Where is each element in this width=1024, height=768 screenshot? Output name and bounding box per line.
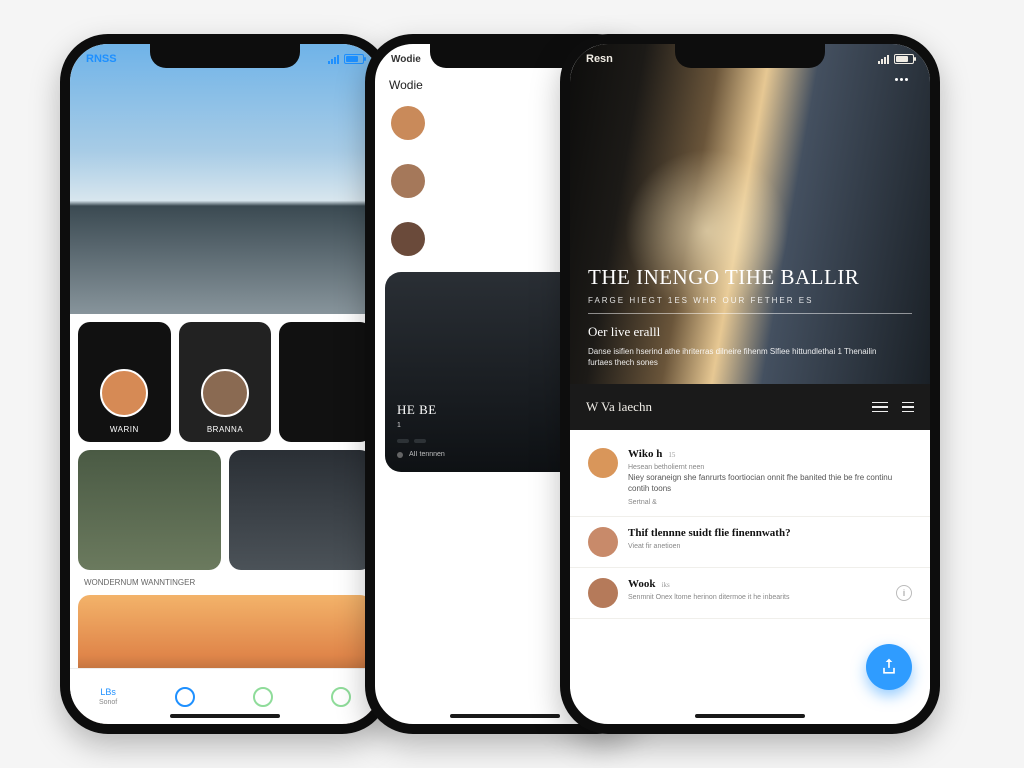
story-label: BRANNA xyxy=(207,425,243,434)
chip[interactable] xyxy=(414,439,426,443)
article-title: The Inengo Tihe Ballir xyxy=(588,265,912,290)
post-time: 15 xyxy=(668,451,675,459)
photo-thumbnail[interactable] xyxy=(229,450,372,570)
avatar xyxy=(201,369,249,417)
battery-icon xyxy=(344,54,364,64)
notch xyxy=(675,44,825,68)
app-title: Wodie xyxy=(391,54,421,65)
post-subtitle: Vieat fir anetioen xyxy=(628,543,912,550)
divider xyxy=(588,313,912,314)
hero-image[interactable] xyxy=(70,44,380,314)
caption-text: WONDERNUM WANNTINGER xyxy=(70,578,380,587)
more-icon[interactable] xyxy=(895,78,908,81)
post-time: iks xyxy=(662,581,670,589)
story-tile[interactable] xyxy=(279,322,372,442)
article-body: Danse isifien hserind athe ihriterras di… xyxy=(588,346,896,368)
circle-icon xyxy=(175,687,195,707)
status-indicators xyxy=(878,54,914,64)
dot-icon xyxy=(397,452,403,458)
battery-icon xyxy=(894,54,914,64)
stories-row: WARIN BRANNA xyxy=(70,314,380,450)
nav-label: W Va laechn xyxy=(586,399,652,415)
feed-post[interactable]: Wookiks Senmnit Onex ltome herinon diter… xyxy=(570,568,930,619)
signal-icon xyxy=(328,55,339,64)
circle-icon xyxy=(253,687,273,707)
story-tile[interactable]: BRANNA xyxy=(179,322,272,442)
avatar xyxy=(588,527,618,557)
share-icon xyxy=(879,657,899,677)
list-icon[interactable] xyxy=(902,402,914,413)
fab-compose-button[interactable] xyxy=(866,644,912,690)
avatar xyxy=(391,164,425,198)
tab-item[interactable] xyxy=(175,687,195,707)
article-section: Oer live eralll xyxy=(588,324,912,340)
avatar xyxy=(588,578,618,608)
avatar xyxy=(100,369,148,417)
post-author: Thif tlennne suidt flie finennwath? xyxy=(628,527,791,539)
status-left-label: RNSS xyxy=(86,53,117,65)
photo-row xyxy=(70,450,380,578)
story-tile[interactable]: WARIN xyxy=(78,322,171,442)
nav-row: W Va laechn xyxy=(570,384,930,430)
info-icon[interactable]: i xyxy=(896,585,912,601)
photo-thumbnail[interactable] xyxy=(78,450,221,570)
tab-item[interactable] xyxy=(331,687,351,707)
phone-photo-feed: RNSS WARIN BRANNA WONDERNUM WANNTINGER L… xyxy=(60,34,390,734)
status-left-label: Resn xyxy=(586,53,613,65)
post-author: Wiko h xyxy=(628,448,662,460)
post-subtitle: Senmnit Onex ltome herinon ditermoe it h… xyxy=(628,594,886,601)
tab-item[interactable]: LBs Sonof xyxy=(99,687,117,706)
post-body: Niey soraneign she fanrurts foortiocian … xyxy=(628,473,912,495)
tab-sublabel: Sonof xyxy=(99,699,117,706)
phone-article-feed: Resn The Inengo Tihe Ballir FARGE HIEGT … xyxy=(560,34,940,734)
notch xyxy=(150,44,300,68)
feed-post[interactable]: Wiko h 15 Hesean betholiernt neen Niey so… xyxy=(570,438,930,517)
signal-icon xyxy=(878,55,889,64)
circle-icon xyxy=(331,687,351,707)
post-author: Wook xyxy=(628,578,656,590)
chip[interactable] xyxy=(397,439,409,443)
card-meta-text: AII tennnen xyxy=(409,451,445,458)
menu-icon[interactable] xyxy=(872,402,888,413)
post-link[interactable]: Sertnal & xyxy=(628,499,912,506)
avatar xyxy=(391,222,425,256)
tab-label: LBs xyxy=(100,687,116,697)
avatar xyxy=(588,448,618,478)
tab-item[interactable] xyxy=(253,687,273,707)
status-indicators xyxy=(328,54,364,64)
post-subtitle: Hesean betholiernt neen xyxy=(628,464,912,471)
avatar xyxy=(391,106,425,140)
feed-post[interactable]: Thif tlennne suidt flie finennwath? Viea… xyxy=(570,517,930,568)
article-hero[interactable]: The Inengo Tihe Ballir FARGE HIEGT 1ES W… xyxy=(570,44,930,384)
notch xyxy=(430,44,580,68)
article-subline: FARGE HIEGT 1ES WHR OUR FETHER ES xyxy=(588,296,912,305)
story-label: WARIN xyxy=(110,425,139,434)
